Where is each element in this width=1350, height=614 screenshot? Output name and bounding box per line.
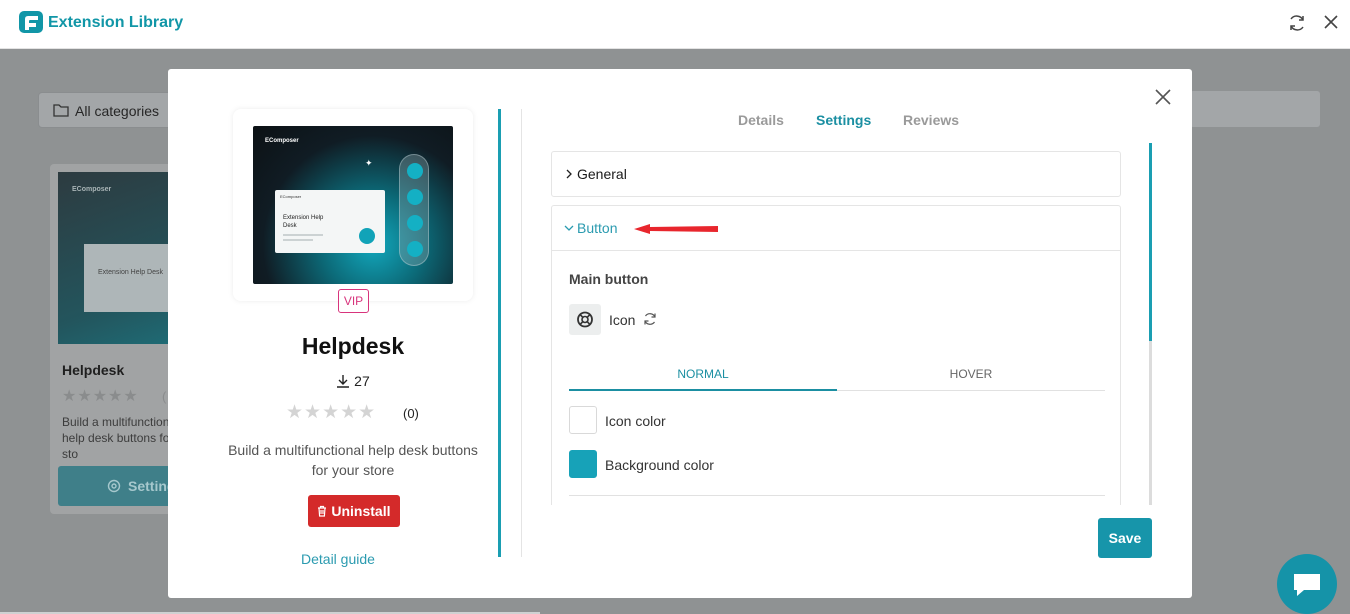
chat-icon [1294, 574, 1320, 596]
app-top-bar: Extension Library [0, 0, 1350, 49]
button-section-header[interactable]: Button [552, 206, 1120, 250]
extension-card-rating: ( [162, 389, 168, 404]
tab-details[interactable]: Details [738, 112, 784, 128]
extension-name: Helpdesk [301, 333, 405, 359]
state-tab-hover[interactable]: HOVER [837, 367, 1105, 381]
chevron-right-icon [566, 169, 572, 179]
save-button[interactable]: Save [1098, 518, 1152, 558]
card-image-text: Extension Help Desk [98, 269, 163, 276]
preview-window-brand: EComposer [280, 194, 302, 199]
rating-count: (0) [403, 406, 419, 421]
swap-icon-refresh-icon[interactable] [642, 311, 658, 327]
close-icon[interactable] [1321, 12, 1341, 32]
annotation-arrow-icon [634, 224, 718, 234]
sparkle-icon: ✦ [365, 158, 373, 168]
download-count: 27 [233, 373, 473, 389]
trash-icon [318, 505, 327, 517]
button-section: Button Main button Icon NORMAL HOVER Ico… [551, 205, 1121, 505]
modal-close-icon[interactable] [1153, 87, 1173, 107]
help-icon [407, 241, 423, 257]
detail-guide-link[interactable]: Detail guide [301, 551, 375, 567]
background-color-label: Background color [605, 457, 714, 473]
search-box [1190, 91, 1320, 127]
category-filter-label: All categories [75, 103, 160, 119]
chevron-down-icon [564, 225, 574, 231]
messenger-icon [407, 215, 423, 231]
refresh-icon[interactable] [1286, 12, 1308, 34]
icon-label: Icon [609, 312, 636, 328]
tab-settings[interactable]: Settings [816, 112, 871, 128]
tab-reviews[interactable]: Reviews [903, 112, 959, 128]
section-divider [569, 495, 1105, 496]
lifebuoy-icon [577, 311, 593, 328]
chat-widget-button[interactable] [1277, 554, 1337, 614]
extension-description: Build a multifunctional help desk button… [228, 442, 478, 478]
extension-preview-card: EComposer ✦ EComposer Extension Help Des… [233, 109, 473, 301]
download-count-value: 27 [354, 373, 370, 389]
main-button-heading: Main button [569, 271, 649, 287]
state-tab-normal[interactable]: NORMAL [569, 367, 837, 381]
button-section-body: Main button Icon NORMAL HOVER Icon color… [552, 250, 1120, 505]
icon-picker[interactable] [569, 304, 601, 335]
general-section-title: General [577, 166, 627, 182]
background-color-swatch[interactable] [569, 450, 597, 478]
mail-icon [407, 163, 423, 179]
download-icon [337, 375, 350, 388]
folder-icon [53, 104, 69, 117]
button-section-title: Button [577, 220, 618, 236]
icon-color-swatch[interactable] [569, 406, 597, 434]
whatsapp-icon [407, 189, 423, 205]
preview-line [283, 234, 323, 236]
app-title: Extension Library [48, 14, 184, 31]
uninstall-button[interactable]: Uninstall [308, 495, 400, 527]
extension-preview-image: EComposer ✦ EComposer Extension Help Des… [253, 126, 453, 284]
card-image-brand: EComposer [72, 186, 112, 193]
icon-color-label: Icon color [605, 413, 666, 429]
preview-window: EComposer Extension Help Desk [275, 190, 385, 253]
gear-icon [107, 479, 121, 493]
preview-brand: EComposer [265, 138, 299, 144]
vip-badge: VIP [338, 289, 369, 313]
preview-line [283, 239, 313, 241]
extension-modal: EComposer ✦ EComposer Extension Help Des… [168, 69, 1192, 598]
general-section-header[interactable]: General [552, 152, 1120, 196]
general-section: General [551, 151, 1121, 197]
settings-scrollbar-thumb[interactable] [1149, 143, 1152, 341]
app-logo-icon [19, 11, 43, 33]
settings-panel: General Button Main button Icon NORMAL H… [551, 151, 1121, 505]
column-divider [521, 109, 522, 557]
extension-card-stars: ★★★★★ [62, 388, 139, 405]
preview-chat-bubble [359, 228, 375, 244]
rating-stars: ★★★★★ [286, 402, 377, 423]
uninstall-label: Uninstall [331, 503, 391, 519]
category-filter: All categories [38, 92, 176, 128]
state-tab-underline [569, 389, 837, 391]
preview-heading: Extension Help Desk [283, 215, 324, 229]
preview-button-stack [399, 154, 429, 266]
left-scrollbar[interactable] [498, 109, 501, 557]
extension-card-title: Helpdesk [62, 362, 125, 378]
